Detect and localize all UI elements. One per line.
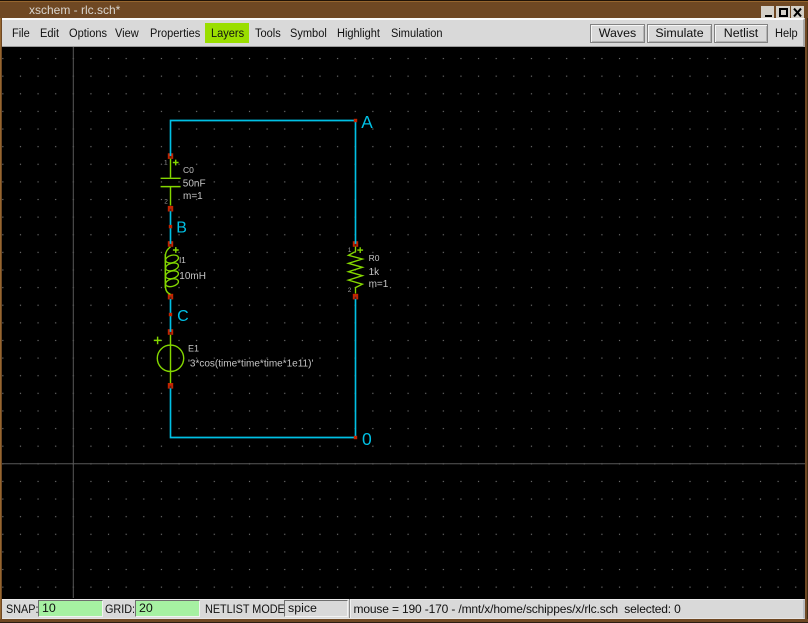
svg-text:m=1: m=1 (369, 279, 389, 290)
svg-text:50nF: 50nF (183, 178, 206, 189)
svg-text:1: 1 (348, 247, 352, 254)
svg-text:A: A (361, 112, 373, 132)
svg-text:R0: R0 (369, 253, 380, 263)
svg-text:0: 0 (362, 429, 372, 449)
svg-text:1k: 1k (369, 267, 381, 278)
svg-text:'3*cos(time*time*time*1e11)': '3*cos(time*time*time*1e11)' (188, 358, 313, 369)
svg-text:m=1: m=1 (183, 191, 203, 202)
svg-text:l1: l1 (179, 255, 186, 265)
svg-text:C: C (177, 308, 189, 325)
svg-text:2: 2 (164, 199, 168, 206)
svg-text:10mH: 10mH (179, 271, 206, 282)
svg-text:E1: E1 (188, 344, 199, 354)
svg-text:C0: C0 (183, 165, 194, 175)
svg-text:1: 1 (164, 159, 168, 166)
svg-text:2: 2 (348, 287, 352, 294)
svg-text:B: B (176, 220, 187, 237)
